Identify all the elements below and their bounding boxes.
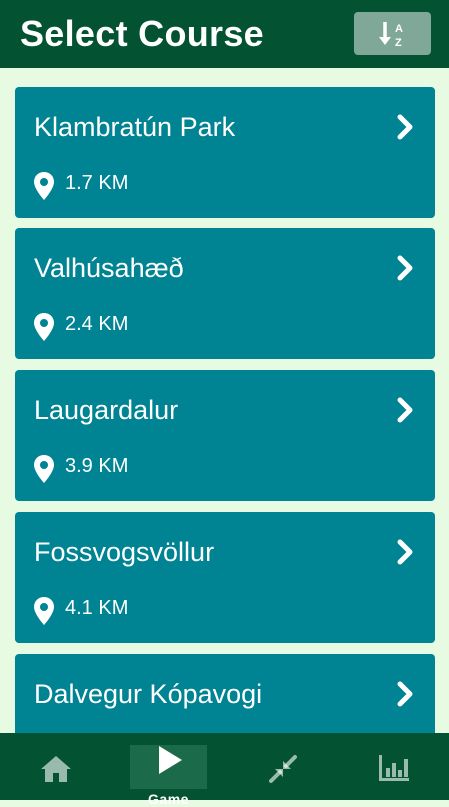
course-list: Klambratún Park 1.7 KM Valhúsahæð 2.4 KM… [0, 68, 449, 733]
course-distance: 2.4 KM [65, 313, 129, 335]
bar-chart-icon [379, 755, 409, 781]
play-icon [159, 746, 182, 774]
course-distance: 1.7 KM [65, 172, 129, 194]
course-card[interactable]: Dalvegur Kópavogi [15, 654, 435, 733]
svg-text:A: A [395, 23, 403, 35]
page-title: Select Course [20, 13, 264, 54]
location-pin-icon [34, 172, 54, 200]
chevron-right-icon [397, 681, 413, 707]
nav-game[interactable]: Game [130, 745, 207, 807]
course-name: Klambratún Park [34, 112, 236, 142]
chevron-right-icon [397, 397, 413, 423]
bottom-navigation: Game [0, 733, 449, 807]
course-card[interactable]: Fossvogsvöllur 4.1 KM [15, 512, 435, 643]
location-pin-icon [34, 313, 54, 341]
course-name: Dalvegur Kópavogi [34, 679, 263, 709]
app-header: Select Course A Z [0, 0, 449, 68]
course-card[interactable]: Klambratún Park 1.7 KM [15, 87, 435, 218]
nav-home[interactable] [22, 733, 90, 800]
home-icon [41, 756, 71, 782]
course-card[interactable]: Valhúsahæð 2.4 KM [15, 228, 435, 359]
course-card[interactable]: Laugardalur 3.9 KM [15, 370, 435, 501]
svg-text:Z: Z [395, 37, 402, 48]
course-distance: 3.9 KM [65, 455, 129, 477]
course-name: Fossvogsvöllur [34, 537, 215, 567]
course-name: Laugardalur [34, 395, 179, 425]
location-pin-icon [34, 597, 54, 625]
nav-stats[interactable] [362, 733, 430, 800]
course-name: Valhúsahæð [34, 253, 184, 283]
sort-alpha-down-icon: A Z [379, 22, 403, 48]
nav-compress[interactable] [250, 733, 318, 800]
chevron-right-icon [397, 114, 413, 140]
chevron-right-icon [397, 539, 413, 565]
course-distance: 4.1 KM [65, 597, 129, 619]
nav-game-label: Game [148, 791, 189, 807]
chevron-right-icon [397, 255, 413, 281]
compress-arrows-icon [269, 755, 297, 783]
location-pin-icon [34, 455, 54, 483]
sort-button[interactable]: A Z [354, 12, 431, 55]
